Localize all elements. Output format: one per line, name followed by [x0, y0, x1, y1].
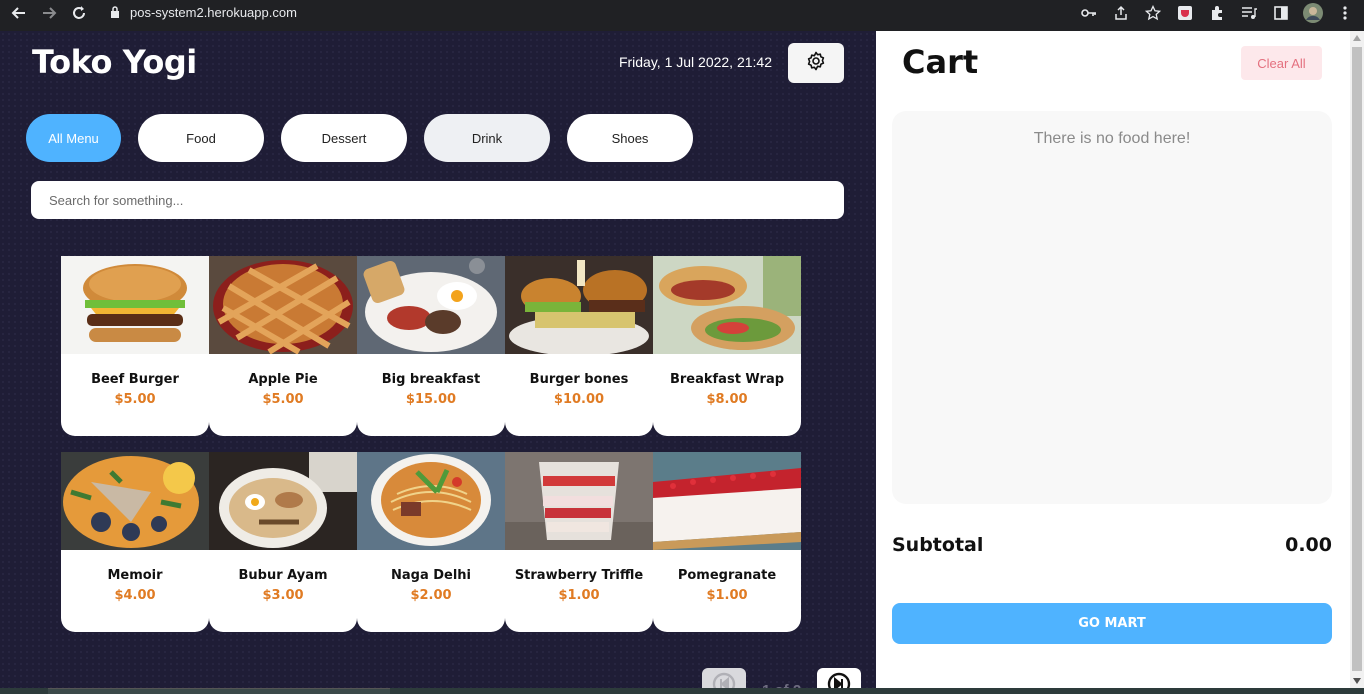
tab-dessert[interactable]: Dessert	[281, 114, 407, 162]
product-card[interactable]: Big breakfast $15.00	[357, 256, 505, 436]
product-price: $2.00	[410, 588, 452, 603]
share-icon[interactable]	[1110, 2, 1132, 24]
reload-icon[interactable]	[68, 2, 90, 24]
product-card[interactable]: Memoir $4.00	[61, 452, 209, 632]
datetime-display: Friday, 1 Jul 2022, 21:42	[618, 54, 772, 70]
product-card[interactable]: Apple Pie $5.00	[209, 256, 357, 436]
address-bar[interactable]: pos-system2.herokuapp.com	[110, 0, 297, 25]
tab-shoes[interactable]: Shoes	[567, 114, 693, 162]
product-image	[61, 256, 209, 354]
product-image	[653, 256, 801, 354]
key-icon[interactable]	[1078, 2, 1100, 24]
subtotal-label: Subtotal	[892, 534, 984, 556]
checkout-button[interactable]: GO MART	[892, 603, 1332, 644]
product-image	[357, 256, 505, 354]
product-image	[209, 452, 357, 550]
media-queue-icon[interactable]	[1238, 2, 1260, 24]
product-price: $8.00	[706, 392, 748, 407]
forward-icon[interactable]	[38, 2, 60, 24]
product-name: Naga Delhi	[390, 568, 472, 583]
tab-all-menu[interactable]: All Menu	[26, 114, 121, 162]
product-name: Pomegranate	[677, 568, 777, 583]
product-name: Big breakfast	[381, 372, 481, 387]
taskbar-edge	[0, 688, 1364, 694]
cart-items-area: There is no food here!	[892, 111, 1332, 504]
product-name: Beef Burger	[91, 372, 179, 387]
cart-title: Cart	[902, 43, 979, 81]
clear-all-button[interactable]: Clear All	[1241, 46, 1322, 80]
cart-empty-message: There is no food here!	[1033, 130, 1191, 147]
menu-kebab-icon[interactable]	[1334, 2, 1356, 24]
product-grid: Beef Burger $5.00 Apple Pie $5.00 Big br…	[61, 256, 801, 632]
taskbar-segment	[48, 688, 390, 694]
product-name: Bubur Ayam	[238, 568, 328, 583]
bookmark-star-icon[interactable]	[1142, 2, 1164, 24]
product-image	[653, 452, 801, 550]
lock-icon	[110, 3, 120, 22]
settings-button[interactable]	[788, 43, 844, 83]
product-image	[505, 256, 653, 354]
product-price: $3.00	[262, 588, 304, 603]
product-price: $5.00	[114, 392, 156, 407]
product-name: Memoir	[107, 568, 163, 583]
product-card[interactable]: Strawberry Triffle $1.00	[505, 452, 653, 632]
product-price: $5.00	[262, 392, 304, 407]
category-tabs: All Menu Food Dessert Drink Shoes	[26, 114, 693, 162]
product-image	[357, 452, 505, 550]
subtotal-value: 0.00	[1285, 534, 1332, 556]
product-price: $1.00	[558, 588, 600, 603]
scroll-up-arrow-icon[interactable]	[1350, 31, 1364, 45]
search-input[interactable]	[31, 181, 844, 219]
cart-panel: Cart Clear All There is no food here! Su…	[876, 31, 1350, 688]
store-title: Toko Yogi	[32, 43, 197, 81]
product-price: $10.00	[553, 392, 605, 407]
scroll-down-arrow-icon[interactable]	[1350, 674, 1364, 688]
menu-panel: Toko Yogi Friday, 1 Jul 2022, 21:42 All …	[0, 31, 876, 694]
scrollbar-thumb[interactable]	[1352, 47, 1362, 671]
product-card[interactable]: Burger bones $10.00	[505, 256, 653, 436]
product-card[interactable]: Beef Burger $5.00	[61, 256, 209, 436]
browser-toolbar: pos-system2.herokuapp.com	[0, 0, 1364, 25]
product-image	[209, 256, 357, 354]
product-name: Apple Pie	[248, 372, 318, 387]
product-card[interactable]: Breakfast Wrap $8.00	[653, 256, 801, 436]
product-card[interactable]: Naga Delhi $2.00	[357, 452, 505, 632]
product-image	[61, 452, 209, 550]
product-image	[505, 452, 653, 550]
profile-avatar-icon[interactable]	[1302, 2, 1324, 24]
product-price: $4.00	[114, 588, 156, 603]
back-icon[interactable]	[8, 2, 30, 24]
product-name: Burger bones	[529, 372, 629, 387]
tab-drink[interactable]: Drink	[424, 114, 550, 162]
product-card[interactable]: Bubur Ayam $3.00	[209, 452, 357, 632]
page-scrollbar[interactable]	[1350, 31, 1364, 688]
product-price: $15.00	[405, 392, 457, 407]
side-panel-icon[interactable]	[1270, 2, 1292, 24]
product-name: Breakfast Wrap	[669, 372, 785, 387]
product-card[interactable]: Pomegranate $1.00	[653, 452, 801, 632]
tab-food[interactable]: Food	[138, 114, 264, 162]
gear-icon	[806, 51, 826, 75]
product-name: Strawberry Triffle	[514, 568, 644, 583]
product-price: $1.00	[706, 588, 748, 603]
extensions-puzzle-icon[interactable]	[1206, 2, 1228, 24]
extension-pocket-icon[interactable]	[1174, 2, 1196, 24]
url-text[interactable]: pos-system2.herokuapp.com	[130, 5, 297, 20]
